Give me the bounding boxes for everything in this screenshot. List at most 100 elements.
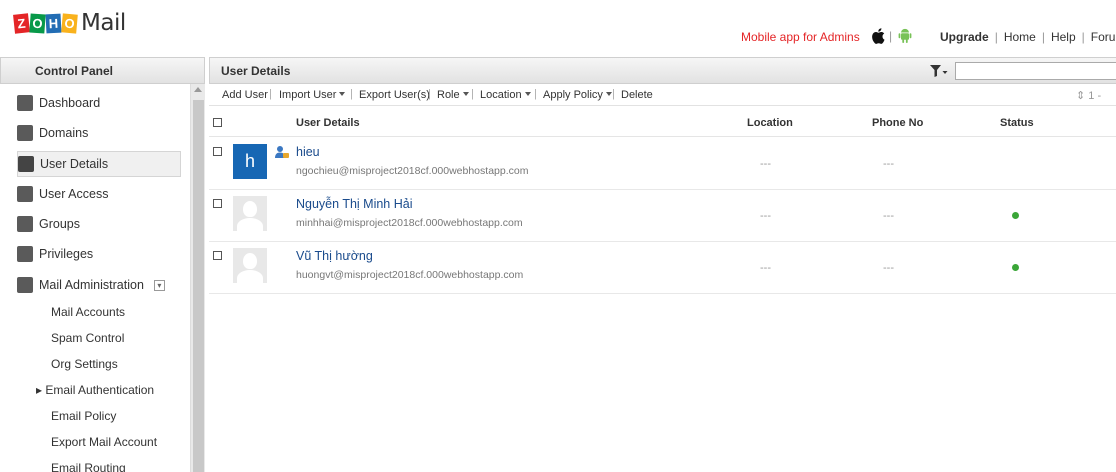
admin-user-icon [275, 146, 289, 158]
user-phone: --- [883, 210, 894, 222]
pagination[interactable]: ⇕ 1 - [1076, 89, 1101, 102]
column-header-status[interactable]: Status [1000, 117, 1034, 129]
user-email: ngochieu@misproject2018cf.000webhostapp.… [296, 165, 529, 177]
collapse-toggle[interactable]: ▾ [153, 279, 165, 291]
forum-link[interactable]: Forum [1091, 30, 1116, 44]
column-header-phone[interactable]: Phone No [872, 117, 923, 129]
import-user-menu[interactable]: Import User [279, 89, 346, 101]
user-location: --- [760, 210, 771, 222]
role-label: Role [437, 89, 460, 101]
logo-text: Mail [81, 10, 126, 36]
sidebar-item-dashboard[interactable]: Dashboard [17, 90, 181, 116]
sidebar-item-label: Groups [39, 217, 80, 231]
sidebar-item-user-details[interactable]: User Details [17, 151, 181, 177]
search-input[interactable] [955, 62, 1116, 80]
add-user-button[interactable]: Add User [222, 89, 268, 101]
privileges-icon [17, 246, 33, 262]
groups-icon [17, 216, 33, 232]
user-phone: --- [883, 158, 894, 170]
import-user-label: Import User [279, 89, 337, 101]
sidebar-subitem-email-policy[interactable]: Email Policy [51, 409, 116, 423]
chevron-down-icon [339, 92, 346, 96]
panel-header: User Details [209, 57, 1116, 84]
user-name-link[interactable]: Vũ Thị hường [296, 249, 373, 263]
user-email: huongvt@misproject2018cf.000webhostapp.c… [296, 269, 524, 281]
zoho-mail-logo[interactable]: Z O H O Mail [13, 10, 126, 36]
row-checkbox[interactable] [213, 199, 222, 208]
sidebar-subitem-email-routing[interactable]: Email Routing [51, 461, 126, 472]
help-link[interactable]: Help [1051, 30, 1076, 44]
location-label: Location [480, 89, 522, 101]
mail-icon [17, 277, 33, 293]
table-row[interactable]: Nguyễn Thị Minh Hải minhhai@misproject20… [209, 190, 1116, 242]
export-users-button[interactable]: Export User(s) [359, 89, 430, 101]
user-location: --- [760, 158, 771, 170]
top-bar: Z O H O Mail Mobile app for Admins | Upg… [0, 0, 1116, 54]
table-row[interactable]: Vũ Thị hường huongvt@misproject2018cf.00… [209, 242, 1116, 294]
upgrade-link[interactable]: Upgrade [940, 30, 989, 44]
control-panel-sidebar: Control Panel Dashboard Domains User Det… [0, 57, 205, 472]
sidebar-item-label: User Details [40, 157, 109, 171]
sidebar-subitem-mail-accounts[interactable]: Mail Accounts [51, 305, 125, 319]
apply-policy-label: Apply Policy [543, 89, 603, 101]
user-details-panel: User Details Add User | Import User | Ex… [209, 57, 1116, 472]
chevron-down-icon [524, 92, 531, 96]
role-menu[interactable]: Role [437, 89, 469, 101]
sidebar-item-groups[interactable]: Groups [17, 211, 181, 237]
sidebar-item-label: Dashboard [39, 96, 101, 110]
logo-letter-z: Z [13, 12, 30, 34]
status-active-icon [1012, 264, 1019, 271]
sidebar-item-domains[interactable]: Domains [17, 120, 181, 146]
sidebar-subitem-export-mail-account[interactable]: Export Mail Account [51, 435, 157, 449]
delete-button[interactable]: Delete [621, 89, 653, 101]
toolbar: Add User | Import User | Export User(s) … [209, 84, 1116, 106]
sidebar-item-label: Domains [39, 126, 89, 140]
user-phone: --- [883, 262, 894, 274]
user-access-icon [17, 186, 33, 202]
table-header: User Details Location Phone No Status [209, 109, 1116, 137]
mobile-app-admins-link[interactable]: Mobile app for Admins [741, 30, 860, 44]
avatar [233, 196, 267, 231]
android-icon[interactable] [898, 27, 912, 44]
location-menu[interactable]: Location [480, 89, 531, 101]
status-active-icon [1012, 212, 1019, 219]
filter-icon[interactable] [930, 64, 948, 78]
domains-icon [17, 125, 33, 141]
sidebar-item-privileges[interactable]: Privileges [17, 241, 181, 267]
logo-letter-o-second: O [61, 12, 78, 34]
scroll-up-arrow-icon[interactable] [194, 87, 202, 92]
avatar [233, 248, 267, 283]
sidebar-item-mail-administration[interactable]: Mail Administration ▾ [17, 272, 181, 298]
row-checkbox[interactable] [213, 147, 222, 156]
user-name-link[interactable]: hieu [296, 145, 320, 159]
sidebar-scrollbar[interactable] [190, 84, 205, 472]
sidebar-item-label: Privileges [39, 247, 94, 261]
sidebar-subitem-email-authentication[interactable]: ▸ Email Authentication [36, 383, 154, 397]
avatar: h [233, 144, 267, 179]
user-icon [18, 156, 34, 172]
sidebar-subitem-spam-control[interactable]: Spam Control [51, 331, 124, 345]
user-name-link[interactable]: Nguyễn Thị Minh Hải [296, 197, 413, 211]
home-link[interactable]: Home [1004, 30, 1036, 44]
page-title: User Details [221, 64, 291, 78]
row-checkbox[interactable] [213, 251, 222, 260]
sidebar-item-label: Mail Administration [39, 278, 144, 292]
chevron-down-icon [462, 92, 469, 96]
column-header-user-details[interactable]: User Details [296, 117, 360, 129]
logo-letter-h: H [45, 13, 62, 33]
apply-policy-menu[interactable]: Apply Policy [543, 89, 612, 101]
dashboard-icon [17, 95, 33, 111]
sidebar-item-user-access[interactable]: User Access [17, 181, 181, 207]
table-row[interactable]: h hieu ngochieu@misproject2018cf.000webh… [209, 138, 1116, 190]
logo-letter-o: O [29, 12, 46, 34]
apple-icon[interactable] [871, 28, 885, 44]
avatar-placeholder-icon [243, 201, 257, 217]
select-all-checkbox[interactable] [213, 118, 222, 127]
sidebar-nav: Dashboard Domains User Details User Acce… [0, 84, 190, 472]
top-links: Upgrade|Home|Help|Forum [940, 30, 1116, 44]
column-header-location[interactable]: Location [747, 117, 793, 129]
user-email: minhhai@misproject2018cf.000webhostapp.c… [296, 217, 523, 229]
scrollbar-thumb[interactable] [193, 100, 204, 472]
sidebar-item-label: User Access [39, 187, 109, 201]
sidebar-subitem-org-settings[interactable]: Org Settings [51, 357, 118, 371]
